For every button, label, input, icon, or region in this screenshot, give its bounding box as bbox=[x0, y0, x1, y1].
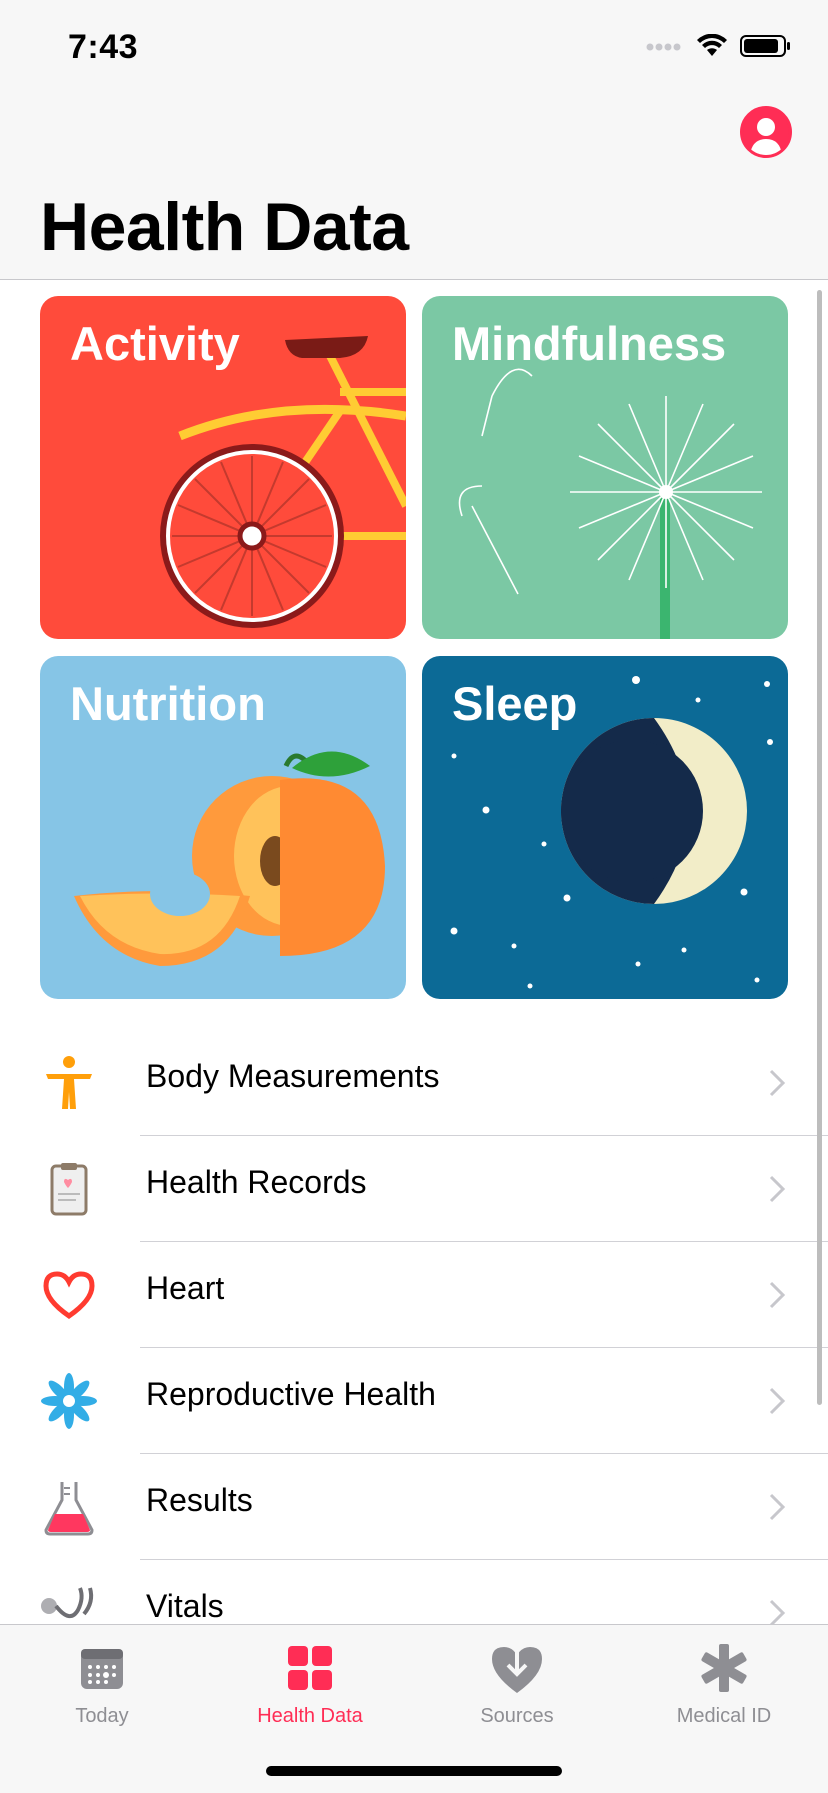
sleep-tile[interactable]: Sleep bbox=[422, 656, 788, 999]
list-item-reproductive-health[interactable]: Reproductive Health bbox=[0, 1348, 828, 1454]
page-title: Health Data bbox=[40, 189, 409, 265]
chevron-right-icon bbox=[769, 1281, 786, 1309]
list-item-health-records[interactable]: Health Records bbox=[0, 1136, 828, 1242]
activity-tile[interactable]: Activity bbox=[40, 296, 406, 639]
nutrition-tile-label: Nutrition bbox=[70, 677, 266, 730]
nutrition-tile[interactable]: Nutrition bbox=[40, 656, 406, 999]
health-categories-list: Body Measurements Health Records Heart R… bbox=[0, 1030, 828, 1666]
chevron-right-icon bbox=[769, 1387, 786, 1415]
battery-icon bbox=[740, 35, 790, 57]
flower-icon bbox=[41, 1373, 97, 1429]
tab-sources[interactable]: Sources bbox=[417, 1639, 617, 1728]
list-item-heart[interactable]: Heart bbox=[0, 1242, 828, 1348]
wifi-icon bbox=[697, 34, 727, 56]
top-bar: 7:43 Health Data bbox=[0, 0, 828, 280]
list-item-label: Health Records bbox=[146, 1164, 367, 1200]
tab-medical-id[interactable]: Medical ID bbox=[624, 1639, 824, 1728]
list-item-body-measurements[interactable]: Body Measurements bbox=[0, 1030, 828, 1136]
status-time: 7:43 bbox=[68, 28, 139, 66]
tab-label: Medical ID bbox=[676, 1705, 772, 1727]
tab-label: Today bbox=[75, 1705, 129, 1727]
tab-health-data[interactable]: Health Data bbox=[210, 1639, 410, 1728]
scrollbar[interactable] bbox=[817, 290, 822, 1405]
chevron-right-icon bbox=[769, 1069, 786, 1097]
status-indicators bbox=[646, 34, 792, 58]
mindfulness-tile-label: Mindfulness bbox=[452, 317, 727, 370]
list-item-label: Vitals bbox=[146, 1588, 224, 1624]
flask-icon bbox=[44, 1482, 94, 1536]
asterisk-icon bbox=[701, 1644, 747, 1692]
list-item-label: Reproductive Health bbox=[146, 1376, 436, 1412]
heart-icon bbox=[43, 1271, 95, 1320]
list-item-label: Body Measurements bbox=[146, 1058, 440, 1094]
calendar-icon bbox=[81, 1649, 123, 1689]
chevron-right-icon bbox=[769, 1493, 786, 1521]
tab-label: Sources bbox=[480, 1705, 554, 1727]
tab-label: Health Data bbox=[257, 1705, 363, 1727]
tab-today[interactable]: Today bbox=[2, 1639, 202, 1728]
cellular-signal-icon bbox=[646, 43, 681, 51]
header-divider bbox=[0, 279, 828, 280]
list-item-label: Results bbox=[146, 1482, 253, 1518]
list-item-label: Heart bbox=[146, 1270, 225, 1306]
clipboard-icon bbox=[50, 1163, 88, 1216]
chevron-right-icon bbox=[769, 1175, 786, 1203]
heart-download-icon bbox=[492, 1643, 542, 1693]
profile-avatar-button[interactable] bbox=[740, 106, 792, 158]
activity-tile-label: Activity bbox=[70, 317, 240, 370]
list-item-results[interactable]: Results bbox=[0, 1454, 828, 1560]
person-icon bbox=[750, 118, 782, 155]
sleep-tile-label: Sleep bbox=[452, 677, 578, 730]
home-indicator bbox=[266, 1766, 562, 1776]
body-figure-icon bbox=[46, 1056, 92, 1109]
mindfulness-tile[interactable]: Mindfulness bbox=[422, 296, 788, 639]
grid-icon bbox=[288, 1646, 332, 1690]
